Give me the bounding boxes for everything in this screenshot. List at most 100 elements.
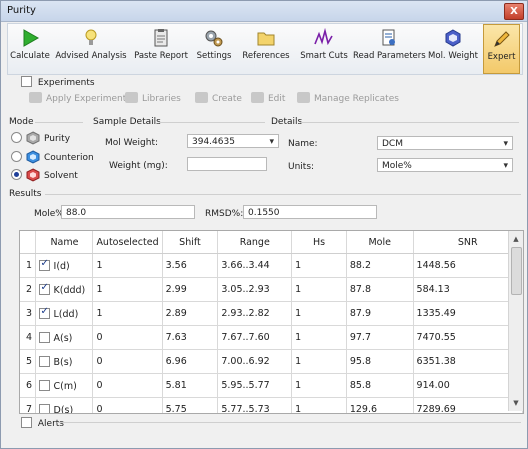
row-number-header [20, 231, 37, 254]
libraries-button[interactable]: Libraries [125, 92, 181, 104]
column-header-mole[interactable]: Mole [346, 231, 414, 254]
table-row[interactable]: 3 L(dd) 1 2.89 2.93..2.82 1 87.9 1335.49 [20, 301, 523, 326]
table-row[interactable]: 6 C(m) 0 5.81 5.95..5.77 1 85.8 914.00 [20, 373, 523, 398]
folder-icon [257, 32, 275, 46]
range-cell: 2.93..2.82 [217, 301, 293, 326]
mole-cell: 87.8 [346, 277, 414, 302]
mole-cell: 129.6 [346, 397, 414, 413]
manage-replicates-button[interactable]: Manage Replicates [297, 92, 399, 104]
mode-option-counterion[interactable]: Counterion [11, 150, 94, 164]
hs-cell: 1 [291, 373, 347, 398]
mole-percent-field: 88.0 [61, 205, 195, 219]
range-cell: 3.66..3.44 [217, 253, 293, 278]
snr-cell: 1448.56 [413, 253, 523, 278]
scroll-down-arrow-icon[interactable]: ▼ [509, 397, 523, 409]
mol-weight-button[interactable]: Mol. Weight [428, 24, 478, 74]
edit-button[interactable]: Edit [251, 92, 285, 104]
range-cell: 7.00..6.92 [217, 349, 293, 374]
scrollbar-thumb[interactable] [511, 247, 522, 295]
scroll-up-arrow-icon[interactable]: ▲ [509, 233, 523, 245]
hs-cell: 1 [291, 397, 347, 413]
experiments-checkbox[interactable] [21, 76, 32, 87]
hexagon-icon [445, 29, 461, 47]
row-checkbox[interactable] [39, 306, 51, 319]
name-cell[interactable]: I(d) [35, 253, 94, 278]
column-header-hs[interactable]: Hs [291, 231, 347, 254]
row-checkbox[interactable] [39, 355, 51, 367]
document-gear-icon [382, 29, 395, 46]
mode-heading: Mode [9, 117, 34, 127]
mode-option-solvent[interactable]: Solvent [11, 168, 78, 182]
alerts-label: Alerts [37, 419, 64, 429]
name-cell[interactable]: C(m) [35, 373, 94, 398]
table-header: Name Autoselected Shift Range Hs Mole SN… [20, 231, 523, 254]
autoselected-cell: 0 [92, 397, 163, 413]
autoselected-cell: 1 [92, 277, 163, 302]
settings-button[interactable]: Settings [194, 24, 234, 74]
shift-cell: 5.81 [162, 373, 219, 398]
name-cell[interactable]: K(ddd) [35, 277, 94, 302]
title-bar[interactable]: Purity X [1, 1, 527, 22]
row-checkbox[interactable] [39, 258, 51, 271]
table-row[interactable]: 4 A(s) 0 7.63 7.67..7.60 1 97.7 7470.55 [20, 325, 523, 350]
mode-option-purity[interactable]: Purity [11, 131, 70, 145]
name-cell[interactable]: A(s) [35, 325, 94, 350]
table-row[interactable]: 5 B(s) 0 6.96 7.00..6.92 1 95.8 6351.38 [20, 349, 523, 374]
autoselected-cell: 0 [92, 373, 163, 398]
solvent-name-select[interactable]: DCM [377, 136, 513, 151]
clipboard-icon [154, 29, 168, 47]
advised-analysis-button[interactable]: Advised Analysis [52, 24, 130, 74]
sample-details-heading: Sample Details [93, 117, 161, 127]
create-icon [195, 92, 208, 103]
purity-radio[interactable] [11, 132, 22, 143]
solvent-radio[interactable] [11, 169, 22, 180]
solvent-hexagon-icon [26, 168, 40, 182]
column-header-name[interactable]: Name [35, 231, 94, 254]
expert-button[interactable]: Expert [483, 24, 520, 74]
experiments-toggle[interactable]: Experiments [21, 76, 95, 88]
table-row[interactable]: 2 K(ddd) 1 2.99 3.05..2.93 1 87.8 584.13 [20, 277, 523, 302]
row-checkbox[interactable] [39, 282, 51, 295]
table-row[interactable]: 1 I(d) 1 3.56 3.66..3.44 1 88.2 1448.56 [20, 253, 523, 278]
row-checkbox[interactable] [39, 379, 51, 391]
row-checkbox[interactable] [39, 331, 51, 343]
rmsd-label: RMSD%: [205, 209, 244, 219]
paste-report-button[interactable]: Paste Report [133, 24, 189, 74]
mode-divider [35, 122, 83, 123]
weight-mg-input[interactable] [187, 157, 267, 171]
pencil-icon [493, 31, 510, 47]
create-button[interactable]: Create [195, 92, 242, 104]
column-header-shift[interactable]: Shift [162, 231, 219, 254]
autoselected-cell: 0 [92, 325, 163, 350]
multiplet-table: Name Autoselected Shift Range Hs Mole SN… [19, 230, 524, 414]
autoselected-cell: 1 [92, 301, 163, 326]
table-scrollbar[interactable]: ▲ ▼ [508, 231, 523, 411]
alerts-divider [57, 422, 521, 423]
row-checkbox[interactable] [39, 403, 51, 413]
calculate-button[interactable]: Calculate [10, 24, 50, 74]
results-divider [45, 194, 521, 195]
smart-cuts-button[interactable]: Smart Cuts [298, 24, 350, 74]
table-row[interactable]: 7 D(s) 0 5.75 5.77..5.73 1 129.6 7289.69 [20, 397, 523, 413]
counterion-radio[interactable] [11, 151, 22, 162]
column-header-autoselected[interactable]: Autoselected [92, 231, 163, 254]
row-number: 2 [20, 277, 37, 302]
column-header-range[interactable]: Range [217, 231, 293, 254]
name-cell[interactable]: D(s) [35, 397, 94, 413]
units-select[interactable]: Mole% [377, 158, 513, 173]
name-cell[interactable]: L(dd) [35, 301, 94, 326]
alerts-toggle[interactable]: Alerts [21, 417, 64, 429]
close-button[interactable]: X [504, 3, 524, 20]
apply-experiment-button[interactable]: Apply Experiment [29, 92, 126, 104]
range-cell: 5.95..5.77 [217, 373, 293, 398]
read-parameters-button[interactable]: Read Parameters [353, 24, 426, 74]
mole-cell: 95.8 [346, 349, 414, 374]
scissors-icon [314, 28, 333, 46]
hs-cell: 1 [291, 301, 347, 326]
alerts-checkbox[interactable] [21, 417, 32, 428]
mol-weight-select[interactable]: 394.4635 [187, 134, 279, 149]
references-button[interactable]: References [238, 24, 294, 74]
column-header-snr[interactable]: SNR [413, 231, 523, 254]
name-cell[interactable]: B(s) [35, 349, 94, 374]
details-divider [301, 122, 519, 123]
